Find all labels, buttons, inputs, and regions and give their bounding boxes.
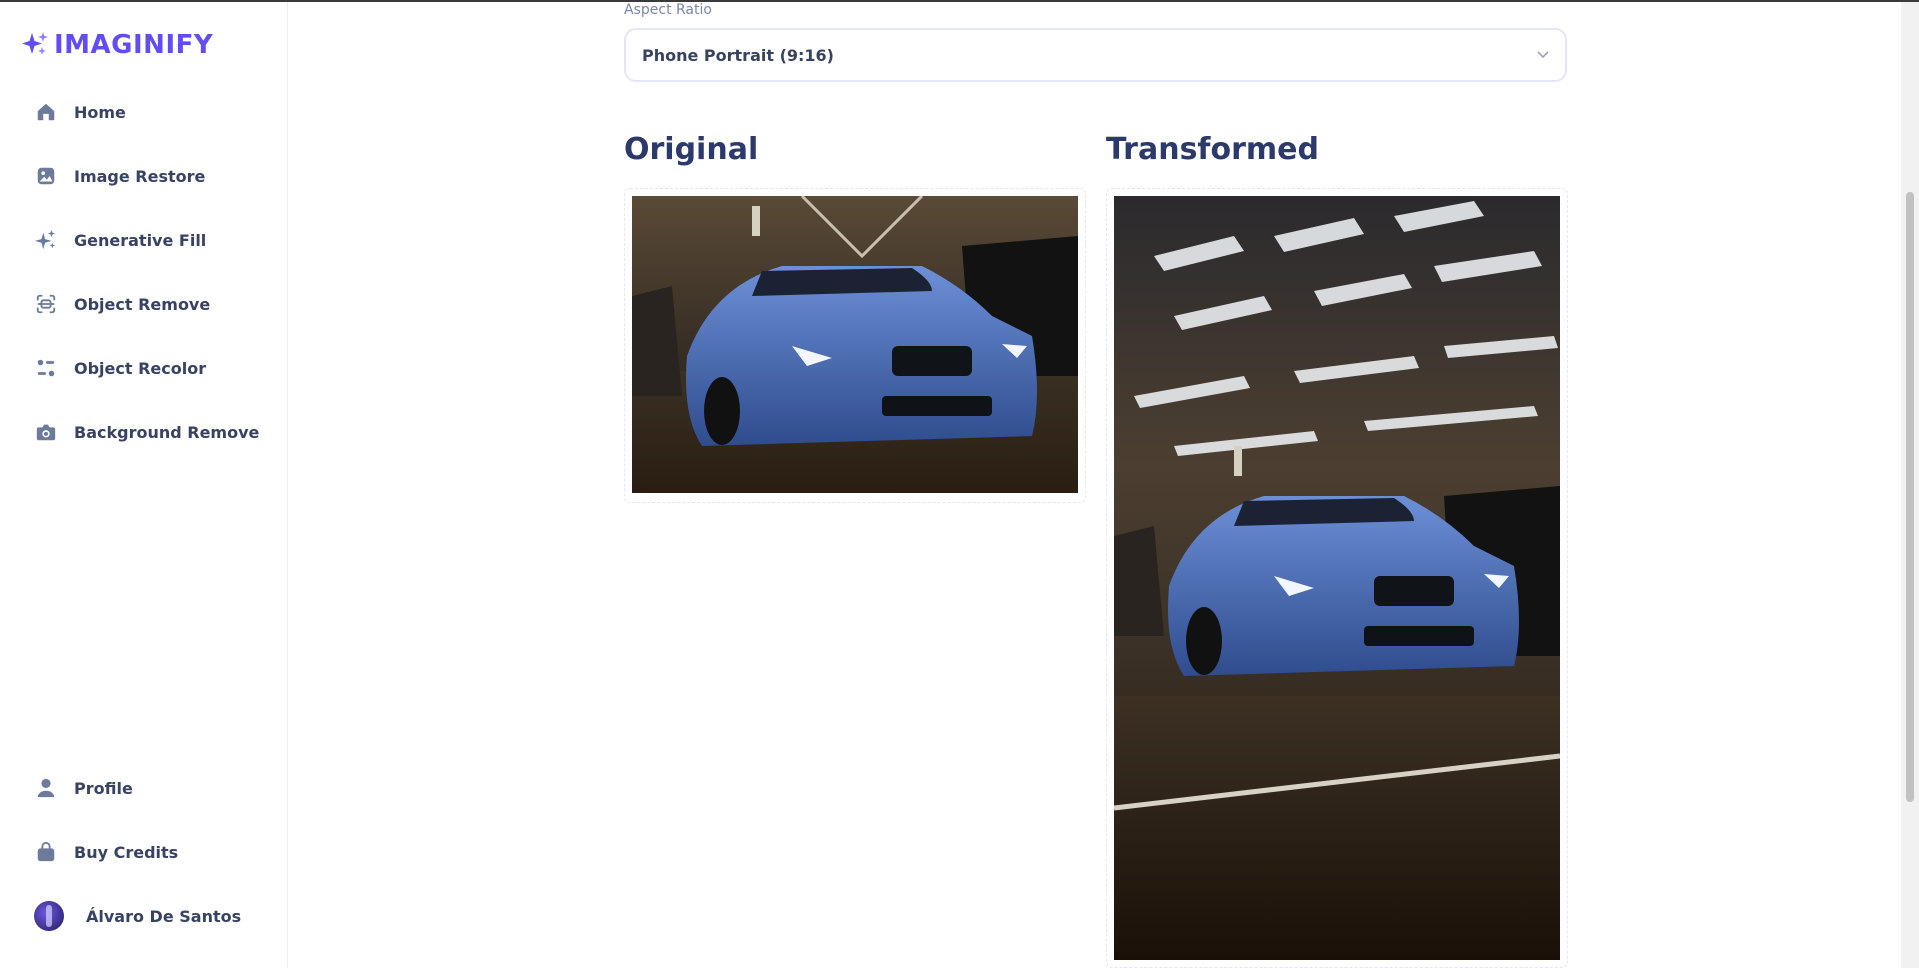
image-icon (34, 164, 58, 188)
original-image[interactable] (632, 196, 1078, 495)
sidebar: IMAGINIFY Home Image Restore Generative … (0, 2, 288, 968)
sparkles-icon (34, 228, 58, 252)
sidebar-item-profile[interactable]: Profile (24, 766, 274, 810)
scrollbar-thumb[interactable] (1906, 192, 1914, 802)
sidebar-item-buy-credits[interactable]: Buy Credits (24, 830, 274, 874)
sidebar-item-label: Home (74, 102, 126, 122)
filter-icon (34, 356, 58, 380)
user-name: Álvaro De Santos (86, 906, 242, 926)
sidebar-item-label: Profile (74, 778, 133, 798)
sidebar-item-label: Object Remove (74, 294, 211, 314)
sidebar-item-object-recolor[interactable]: Object Recolor (24, 346, 274, 390)
original-title: Original (624, 132, 759, 167)
aspect-ratio-value: Phone Portrait (9:16) (642, 45, 834, 65)
avatar[interactable] (34, 901, 64, 931)
app-logo[interactable]: IMAGINIFY (20, 30, 213, 60)
sidebar-item-home[interactable]: Home (24, 90, 274, 134)
logo-sparkle-icon (22, 32, 48, 55)
sidebar-item-label: Image Restore (74, 166, 206, 186)
aspect-ratio-label: Aspect Ratio (624, 2, 712, 18)
sidebar-item-image-restore[interactable]: Image Restore (24, 154, 274, 198)
user-profile-button[interactable]: Álvaro De Santos (24, 894, 274, 938)
sidebar-item-label: Buy Credits (74, 842, 179, 862)
transformed-image-card (1106, 188, 1568, 968)
aspect-ratio-select[interactable]: Phone Portrait (9:16) (624, 28, 1567, 82)
transformed-title: Transformed (1106, 132, 1319, 167)
sidebar-item-object-remove[interactable]: Object Remove (24, 282, 274, 326)
sidebar-bottom-nav: Profile Buy Credits Álvaro De Santos (24, 766, 274, 938)
sidebar-item-generative-fill[interactable]: Generative Fill (24, 218, 274, 262)
transformed-image[interactable] (1114, 196, 1560, 960)
logo-text: IMAGINIFY (54, 30, 214, 60)
home-icon (34, 100, 58, 124)
original-image-card (624, 188, 1086, 503)
sidebar-item-label: Background Remove (74, 422, 260, 442)
sidebar-item-label: Object Recolor (74, 358, 207, 378)
main-content: Aspect Ratio Phone Portrait (9:16) Origi… (289, 2, 1901, 968)
sidebar-item-label: Generative Fill (74, 230, 207, 250)
sidebar-nav: Home Image Restore Generative Fill Objec… (24, 90, 274, 474)
chevron-down-icon (1537, 48, 1549, 62)
sidebar-item-background-remove[interactable]: Background Remove (24, 410, 274, 454)
user-icon (34, 776, 58, 800)
bag-icon (34, 840, 58, 864)
camera-icon (34, 420, 58, 444)
scan-icon (34, 292, 58, 316)
